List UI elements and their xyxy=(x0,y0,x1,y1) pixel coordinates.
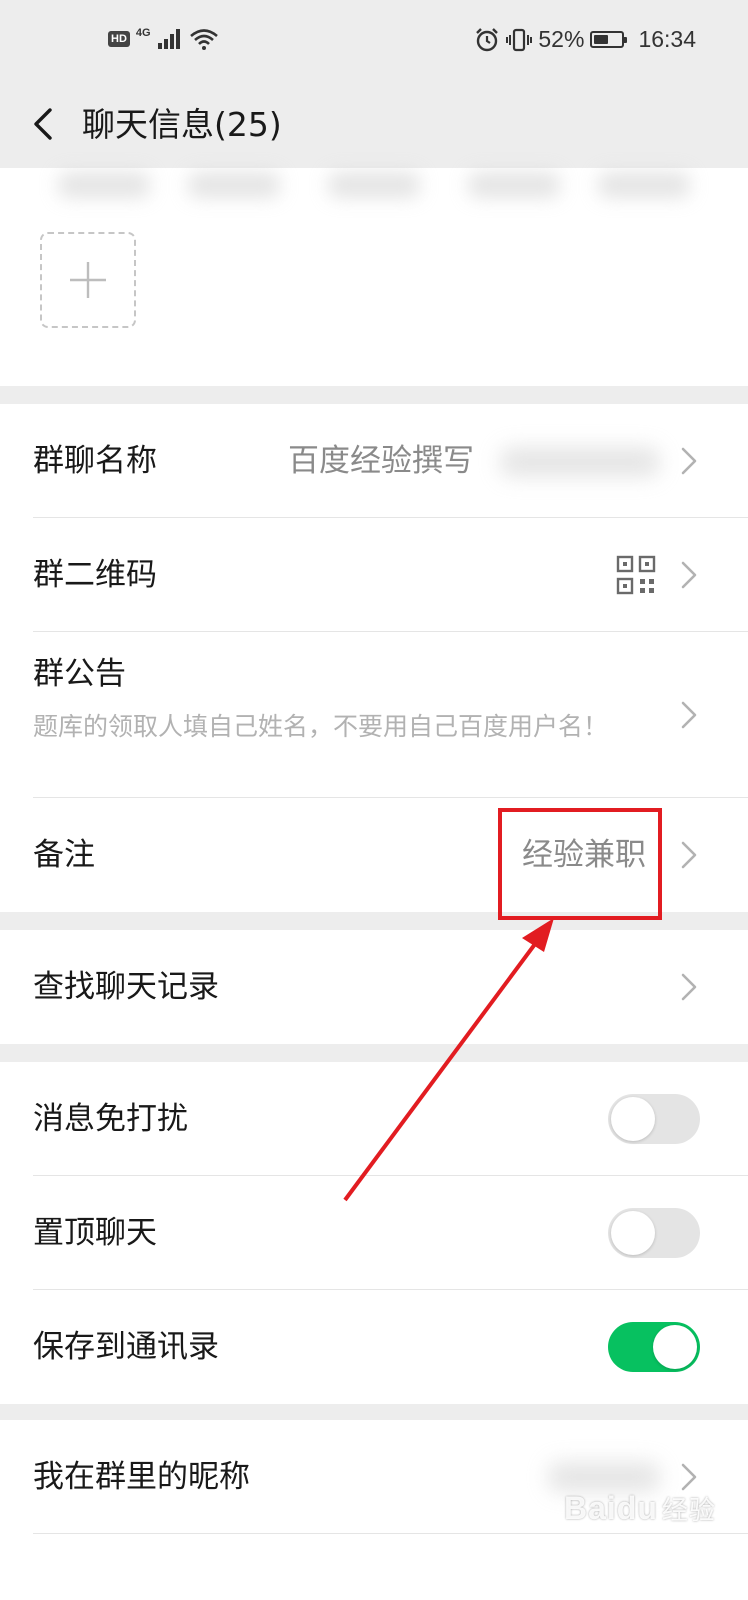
battery-percent: 52% xyxy=(538,26,585,52)
chevron-right-icon xyxy=(681,561,697,589)
status-bar: HD 4G 52% 16:34 xyxy=(0,0,748,84)
group-qrcode-row[interactable]: 群二维码 xyxy=(0,518,748,632)
blurred-member-name xyxy=(188,172,280,198)
battery-icon xyxy=(590,31,628,48)
search-history-row[interactable]: 查找聊天记录 xyxy=(0,930,748,1044)
save-to-contacts-toggle[interactable] xyxy=(608,1322,700,1372)
group-notice-row[interactable]: 群公告 题库的领取人填自己姓名，不要用自己百度用户名！ xyxy=(0,632,748,798)
toggles-card: 消息免打扰 置顶聊天 保存到通讯录 xyxy=(0,1062,748,1404)
toggle-knob xyxy=(611,1211,655,1255)
mute-notifications-row: 消息免打扰 xyxy=(0,1062,748,1176)
signal-icon xyxy=(157,29,180,49)
alarm-icon xyxy=(476,27,499,51)
group-name-row[interactable]: 群聊名称 百度经验撰写 xyxy=(0,404,748,518)
blurred-member-name xyxy=(328,172,420,198)
toggle-knob xyxy=(611,1097,655,1141)
network-type-label: 4G xyxy=(135,27,151,39)
blurred-member-name xyxy=(58,172,150,198)
search-history-card: 查找聊天记录 xyxy=(0,930,748,1044)
back-arrow-icon[interactable] xyxy=(26,104,66,144)
chevron-right-icon xyxy=(681,447,697,475)
remark-label: 备注 xyxy=(33,837,95,873)
vibrate-icon xyxy=(506,28,533,51)
mute-notifications-label: 消息免打扰 xyxy=(33,1101,188,1137)
blurred-member-names xyxy=(48,168,696,212)
navigation-header: 聊天信息(25) xyxy=(0,84,748,168)
blurred-member-name xyxy=(598,172,690,198)
divider xyxy=(33,1533,748,1534)
qrcode-icon xyxy=(616,555,656,595)
sticky-on-top-toggle[interactable] xyxy=(608,1208,700,1258)
save-to-contacts-label: 保存到通讯录 xyxy=(33,1329,219,1365)
battery-level-fill xyxy=(594,35,609,44)
hd-icon: HD xyxy=(108,31,130,47)
blurred-member-name xyxy=(468,172,560,198)
group-name-label: 群聊名称 xyxy=(33,443,157,479)
blurred-nickname-value xyxy=(548,1462,660,1492)
group-name-value: 百度经验撰写 xyxy=(288,443,474,479)
group-notice-label: 群公告 xyxy=(33,656,126,692)
baidu-watermark: Baidu 经验 xyxy=(564,1490,716,1527)
blurred-group-name-suffix xyxy=(500,447,660,477)
sticky-on-top-row: 置顶聊天 xyxy=(0,1176,748,1290)
add-member-button[interactable] xyxy=(40,232,136,328)
chevron-right-icon xyxy=(681,1463,697,1491)
save-to-contacts-row: 保存到通讯录 xyxy=(0,1290,748,1404)
watermark-cn: 经验 xyxy=(661,1495,716,1525)
status-left: HD 4G xyxy=(108,27,219,50)
mute-notifications-toggle[interactable] xyxy=(608,1094,700,1144)
page-title: 聊天信息(25) xyxy=(82,105,282,144)
clock-time: 16:34 xyxy=(638,26,696,52)
watermark-brand: Baidu xyxy=(564,1490,658,1526)
chevron-right-icon xyxy=(681,841,697,869)
chevron-right-icon xyxy=(681,701,697,729)
my-group-nickname-label: 我在群里的昵称 xyxy=(33,1459,250,1495)
members-section xyxy=(0,168,748,386)
chevron-right-icon xyxy=(681,973,697,1001)
sticky-on-top-label: 置顶聊天 xyxy=(33,1215,157,1251)
status-right: 52% 16:34 xyxy=(474,26,696,53)
group-notice-text: 题库的领取人填自己姓名，不要用自己百度用户名！ xyxy=(33,712,609,741)
search-history-label: 查找聊天记录 xyxy=(33,969,219,1005)
toggle-knob xyxy=(653,1325,697,1369)
annotation-highlight-box xyxy=(498,808,662,920)
wifi-icon xyxy=(189,29,218,50)
group-qrcode-label: 群二维码 xyxy=(33,557,157,593)
plus-icon xyxy=(70,262,106,298)
